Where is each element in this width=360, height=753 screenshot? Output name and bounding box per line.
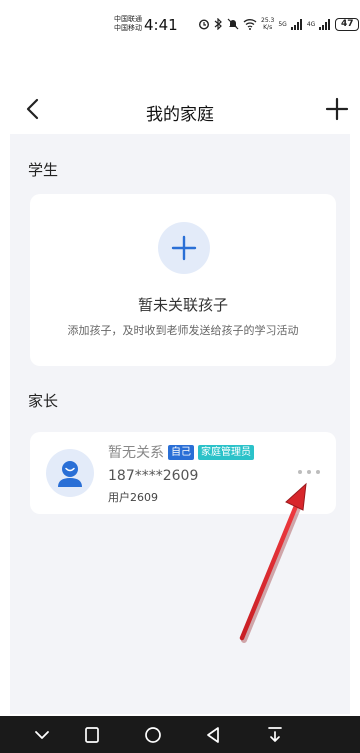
download-icon [268,727,282,742]
speed-unit: K/s [263,24,273,31]
wifi-icon [243,19,257,30]
add-child-button[interactable] [158,222,210,274]
plus-icon [171,235,197,261]
more-options-button[interactable] [298,466,320,478]
carrier-labels: 中国联通 中国移动 [114,15,142,33]
carrier-2: 中国移动 [114,24,142,32]
chevron-down-icon [35,731,49,739]
alarm-icon [198,19,210,30]
parent-username: 用户2609 [108,491,158,504]
plus-icon [325,97,349,121]
square-icon [85,727,99,743]
network-speed: 25.3 K/s [261,17,274,31]
avatar [46,449,94,497]
user-avatar-icon [58,461,82,487]
status-bar: 中国联通 中国移动 4:41 25.3 K/s 5G 4G 47 [0,0,360,48]
network-type-2: 4G [306,20,316,28]
bluetooth-icon [214,18,222,30]
nav-home-button[interactable] [142,724,164,746]
student-card: 暂未关联孩子 添加孩子，及时收到老师发送给孩子的学习活动 [30,194,336,366]
speed-value: 25.3 [261,17,275,24]
signal-icon-1 [290,18,302,30]
content-area: 学生 暂未关联孩子 添加孩子，及时收到老师发送给孩子的学习活动 家长 暂无关系 … [10,134,350,714]
signal-icon-2 [319,18,331,30]
badge-family-admin: 家庭管理员 [198,444,254,460]
more-dot-icon [307,470,311,474]
empty-state-description: 添加孩子，及时收到老师发送给孩子的学习活动 [67,324,299,337]
status-icons: 25.3 K/s 5G 4G 47 [198,16,360,32]
network-type-1: 5G [278,20,287,28]
parent-relation: 暂无关系 [108,445,164,461]
empty-state-title: 暂未关联孩子 [137,296,228,314]
nav-back-button[interactable] [202,724,224,746]
status-time: 4:41 [144,16,178,34]
carrier-1: 中国联通 [114,15,142,23]
navigation-bar [0,716,360,753]
parent-card[interactable]: 暂无关系 自己 家庭管理员 187****2609 用户2609 [30,432,336,514]
parent-name-row: 暂无关系 自己 家庭管理员 [108,442,254,462]
nav-download-button[interactable] [264,724,286,746]
more-dot-icon [298,470,302,474]
header: 我的家庭 [0,82,360,134]
circle-icon [145,727,161,743]
section-label-parents: 家长 [28,392,59,410]
triangle-back-icon [207,727,219,743]
section-label-students: 学生 [28,161,59,179]
nav-recents-button[interactable] [81,724,103,746]
add-button[interactable] [324,96,350,122]
mute-icon [227,18,239,30]
parent-phone: 187****2609 [108,468,199,484]
page-title: 我的家庭 [146,105,214,125]
badge-self: 自己 [168,444,194,460]
battery-icon: 47 [335,17,360,31]
nav-collapse-button[interactable] [31,724,53,746]
more-dot-icon [316,470,320,474]
